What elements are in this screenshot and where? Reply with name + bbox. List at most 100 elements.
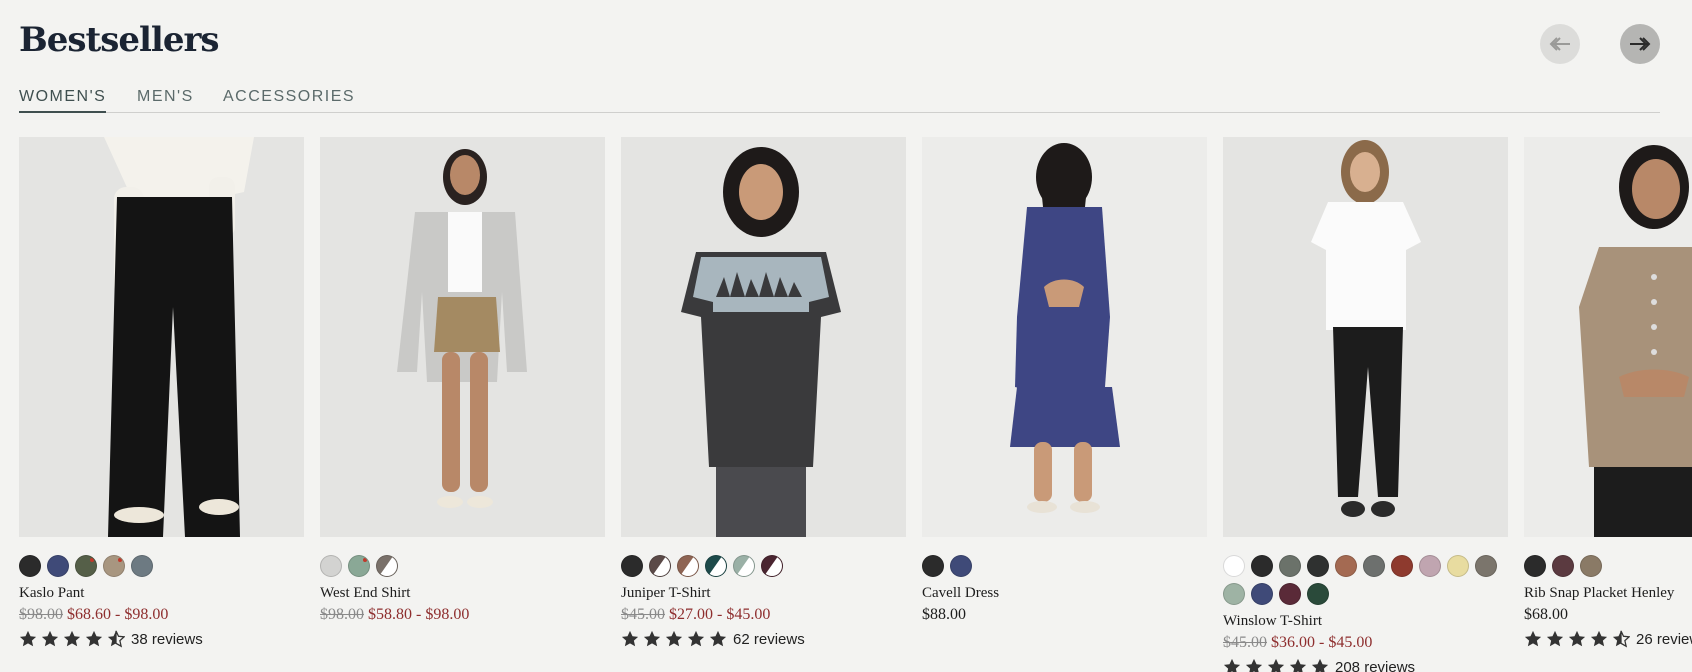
color-swatch[interactable] xyxy=(1552,555,1574,577)
color-swatch[interactable] xyxy=(1279,555,1301,577)
color-swatches xyxy=(1524,555,1692,577)
color-swatch[interactable] xyxy=(950,555,972,577)
color-swatch[interactable] xyxy=(621,555,643,577)
sale-price: $58.80 - $98.00 xyxy=(368,606,470,623)
star-icon xyxy=(41,630,59,647)
star-icon xyxy=(1311,658,1329,672)
arrow-right-icon xyxy=(1630,37,1651,51)
product-card[interactable]: Rib Snap Placket Henley $68.00 26 review… xyxy=(1524,137,1692,648)
color-swatch[interactable] xyxy=(1419,555,1441,577)
product-image[interactable] xyxy=(1524,137,1692,537)
color-swatch[interactable] xyxy=(922,555,944,577)
arrow-left-icon xyxy=(1549,37,1570,51)
color-swatch[interactable] xyxy=(1447,555,1469,577)
product-image[interactable] xyxy=(1223,137,1508,537)
star-icon xyxy=(1289,658,1307,672)
color-swatches xyxy=(922,555,1207,577)
color-swatch[interactable] xyxy=(47,555,69,577)
product-rating: 62 reviews xyxy=(621,630,906,648)
review-count[interactable]: 38 reviews xyxy=(131,631,203,648)
color-swatch[interactable] xyxy=(1223,583,1245,605)
star-rating xyxy=(1524,630,1630,648)
color-swatch[interactable] xyxy=(1580,555,1602,577)
product-image[interactable] xyxy=(19,137,304,537)
color-swatch[interactable] xyxy=(1524,555,1546,577)
product-name[interactable]: West End Shirt xyxy=(320,585,605,602)
color-swatch[interactable] xyxy=(1251,555,1273,577)
color-swatch[interactable] xyxy=(348,555,370,577)
product-name[interactable]: Cavell Dress xyxy=(922,585,1207,602)
original-price: $98.00 xyxy=(320,606,364,623)
original-price: $45.00 xyxy=(1223,634,1267,651)
star-icon xyxy=(19,630,37,647)
review-count[interactable]: 208 reviews xyxy=(1335,659,1415,672)
color-swatch[interactable] xyxy=(1307,555,1329,577)
star-icon xyxy=(1223,658,1241,672)
product-price: $68.00 xyxy=(1524,606,1568,623)
star-rating xyxy=(1223,658,1329,672)
product-name[interactable]: Rib Snap Placket Henley xyxy=(1524,585,1692,602)
color-swatch[interactable] xyxy=(1391,555,1413,577)
sale-price: $68.60 - $98.00 xyxy=(67,606,169,623)
star-icon xyxy=(687,630,705,647)
color-swatch[interactable] xyxy=(705,555,727,577)
product-rating: 208 reviews xyxy=(1223,658,1508,672)
color-swatch[interactable] xyxy=(19,555,41,577)
product-card[interactable]: Cavell Dress $88.00 xyxy=(922,137,1207,624)
review-count[interactable]: 62 reviews xyxy=(733,631,805,648)
review-count[interactable]: 26 reviews xyxy=(1636,631,1692,648)
product-name[interactable]: Kaslo Pant xyxy=(19,585,304,602)
color-swatch[interactable] xyxy=(733,555,755,577)
color-swatches xyxy=(19,555,304,577)
color-swatch[interactable] xyxy=(1223,555,1245,577)
tab-womens[interactable]: WOMEN'S xyxy=(19,88,107,113)
color-swatch[interactable] xyxy=(1335,555,1357,577)
color-swatch[interactable] xyxy=(376,555,398,577)
carousel-prev-button[interactable] xyxy=(1540,24,1580,64)
tab-mens[interactable]: MEN'S xyxy=(137,88,194,113)
color-swatch[interactable] xyxy=(1363,555,1385,577)
original-price: $98.00 xyxy=(19,606,63,623)
color-swatch[interactable] xyxy=(320,555,342,577)
star-icon xyxy=(709,630,727,647)
product-price: $45.00 $27.00 - $45.00 xyxy=(621,606,906,624)
product-rating: 26 reviews xyxy=(1524,630,1692,648)
product-image[interactable] xyxy=(621,137,906,537)
product-card[interactable]: Kaslo Pant $98.00 $68.60 - $98.00 38 revi… xyxy=(19,137,304,648)
color-swatch[interactable] xyxy=(1307,583,1329,605)
product-card[interactable]: Winslow T-Shirt $45.00 $36.00 - $45.00 20… xyxy=(1223,137,1508,672)
bestsellers-section: Bestsellers WOMEN'S MEN'S ACCESSORIES Ka… xyxy=(0,0,1692,672)
star-icon xyxy=(1524,630,1542,647)
carousel-next-button[interactable] xyxy=(1620,24,1660,64)
color-swatch[interactable] xyxy=(131,555,153,577)
star-icon xyxy=(1590,630,1608,647)
star-icon xyxy=(665,630,683,647)
product-card[interactable]: Juniper T-Shirt $45.00 $27.00 - $45.00 62… xyxy=(621,137,906,648)
color-swatch[interactable] xyxy=(1251,583,1273,605)
color-swatch[interactable] xyxy=(75,555,97,577)
star-icon xyxy=(1546,630,1564,647)
color-swatch[interactable] xyxy=(761,555,783,577)
star-icon xyxy=(1568,630,1586,647)
original-price: $45.00 xyxy=(621,606,665,623)
product-image[interactable] xyxy=(320,137,605,537)
half-star-icon xyxy=(1612,630,1630,648)
product-name[interactable]: Juniper T-Shirt xyxy=(621,585,906,602)
tab-accessories[interactable]: ACCESSORIES xyxy=(223,88,355,113)
color-swatch[interactable] xyxy=(103,555,125,577)
color-swatch[interactable] xyxy=(649,555,671,577)
product-card[interactable]: West End Shirt $98.00 $58.80 - $98.00 xyxy=(320,137,605,624)
product-price: $98.00 $68.60 - $98.00 xyxy=(19,606,304,624)
color-swatch[interactable] xyxy=(677,555,699,577)
product-price: $45.00 $36.00 - $45.00 xyxy=(1223,634,1508,652)
sale-price: $36.00 - $45.00 xyxy=(1271,634,1373,651)
color-swatch[interactable] xyxy=(1475,555,1497,577)
color-swatch[interactable] xyxy=(1279,583,1301,605)
star-icon xyxy=(63,630,81,647)
star-icon xyxy=(85,630,103,647)
product-name[interactable]: Winslow T-Shirt xyxy=(1223,613,1508,630)
star-icon xyxy=(1267,658,1285,672)
product-price: $98.00 $58.80 - $98.00 xyxy=(320,606,605,624)
color-swatches xyxy=(320,555,605,577)
product-image[interactable] xyxy=(922,137,1207,537)
